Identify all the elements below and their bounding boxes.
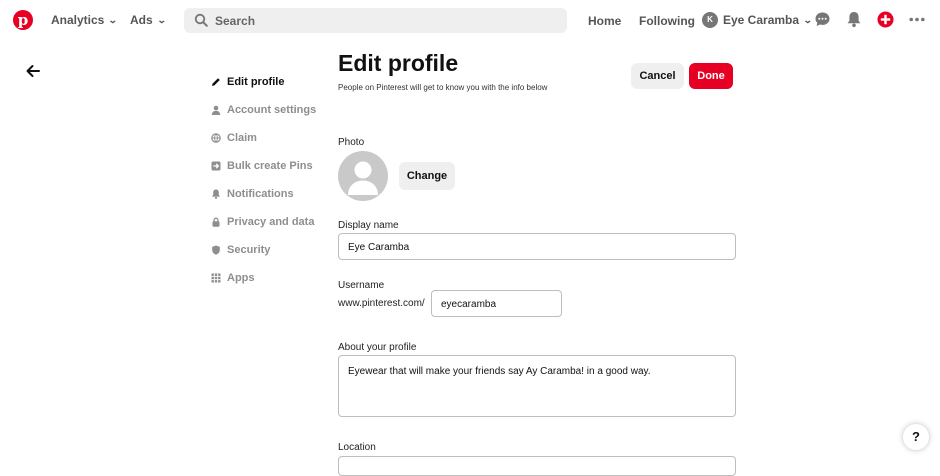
import-icon [211,161,221,171]
ads-label: Ads [130,13,153,27]
help-button[interactable]: ? [903,424,929,450]
more-icon[interactable] [909,17,925,22]
photo-label: Photo [338,137,365,148]
username-label: Username [338,280,385,291]
sidebar-item-label: Account settings [227,104,317,116]
avatar[interactable]: K [702,12,718,28]
display-name-field[interactable]: Eye Caramba [338,233,736,260]
username-prefix: www.pinterest.com/ [338,298,425,309]
search-input[interactable]: Search [184,8,567,33]
sidebar-item-claim[interactable]: Claim [211,132,257,144]
sidebar-item-label: Edit profile [227,76,285,88]
cancel-button[interactable]: Cancel [631,63,684,89]
about-value: Eyewear that will make your friends say … [348,366,651,377]
display-name-value: Eye Caramba [348,242,410,253]
top-nav-bar: p Analytics ⌄ Ads ⌄ Search Home Followin… [0,0,940,40]
account-menu[interactable]: Eye Caramba ⌄ [723,13,813,27]
sidebar-item-label: Claim [227,132,257,144]
account-username: Eye Caramba [723,13,800,27]
sidebar-item-apps[interactable]: Apps [211,272,255,284]
sidebar-item-label: Security [227,244,271,256]
analytics-menu[interactable]: Analytics ⌄ [51,13,119,27]
following-link[interactable]: Following [639,14,695,28]
plus-icon[interactable] [877,11,894,28]
avatar [338,151,388,201]
change-photo-button[interactable]: Change [399,162,455,190]
chevron-down-icon: ⌄ [156,14,167,25]
chat-icon[interactable] [814,11,831,28]
username-value: eyecaramba [441,299,497,310]
sidebar-item-notifications[interactable]: Notifications [211,188,294,200]
shield-icon [212,245,220,255]
lock-icon [212,217,220,227]
done-button[interactable]: Done [689,63,733,89]
sidebar-item-label: Notifications [227,188,294,200]
person-icon [211,105,221,115]
location-label: Location [338,442,376,453]
page-subtitle: People on Pinterest will get to know you… [338,83,548,92]
globe-icon [211,133,221,143]
pencil-icon [212,78,220,86]
home-link[interactable]: Home [588,14,621,28]
sidebar-item-bulk-create-pins[interactable]: Bulk create Pins [211,160,313,172]
search-icon [194,13,208,27]
bell-icon[interactable] [846,11,862,28]
sidebar-item-account-settings[interactable]: Account settings [211,104,316,116]
back-arrow-icon[interactable] [25,63,41,79]
sidebar-item-privacy-and-data[interactable]: Privacy and data [211,216,314,228]
default-avatar-icon [348,161,378,195]
search-placeholder: Search [215,14,256,28]
sidebar-item-label: Bulk create Pins [227,160,313,172]
username-field[interactable]: eyecaramba [431,290,562,317]
location-field[interactable] [338,456,736,476]
analytics-label: Analytics [51,13,105,27]
bell-icon [212,189,220,199]
pinterest-logo[interactable]: p [13,10,33,30]
grid-icon [211,273,221,283]
sidebar-item-edit-profile[interactable]: Edit profile [211,76,284,88]
about-label: About your profile [338,342,417,353]
ads-menu[interactable]: Ads ⌄ [130,13,167,27]
page-title: Edit profile [338,50,459,76]
sidebar-item-security[interactable]: Security [211,244,270,256]
sidebar-item-label: Apps [227,272,255,284]
display-name-label: Display name [338,220,399,231]
about-textarea[interactable]: Eyewear that will make your friends say … [338,355,736,417]
chevron-down-icon: ⌄ [802,14,813,25]
sidebar-item-label: Privacy and data [227,216,315,228]
chevron-down-icon: ⌄ [108,14,119,25]
